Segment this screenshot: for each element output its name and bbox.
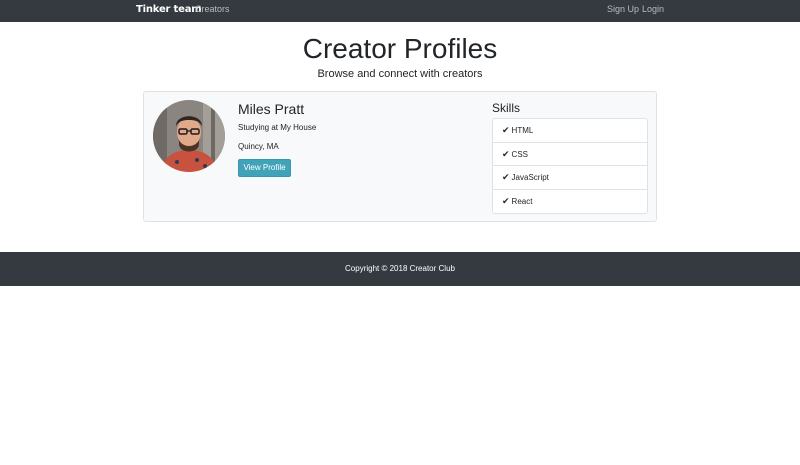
skills-title: Skills (492, 101, 521, 115)
avatar (153, 100, 225, 172)
creator-school: Studying at My House (238, 123, 317, 132)
view-profile-button[interactable]: View Profile (238, 159, 291, 177)
skills-list: ✔ HTML ✔ CSS ✔ JavaScript ✔ React (492, 118, 648, 214)
check-icon: ✔ (502, 172, 510, 182)
navbar-brand[interactable]: Tinker team (136, 4, 202, 15)
check-icon: ✔ (502, 148, 510, 159)
nav-link-login[interactable]: Login (642, 4, 664, 14)
navbar: Tinker team Creators Sign Up Login (0, 0, 800, 22)
creator-card: Miles Pratt Studying at My House Quincy,… (143, 91, 657, 222)
creator-name: Miles Pratt (238, 101, 305, 117)
check-icon: ✔ (502, 125, 510, 135)
avatar-photo (153, 100, 225, 172)
creator-location: Quincy, MA (238, 142, 279, 151)
skill-label: React (511, 196, 533, 206)
skill-label: CSS (511, 149, 528, 159)
footer-copyright: Copyright © 2018 Creator Club (345, 264, 455, 273)
skill-item-react: ✔ React (493, 190, 647, 214)
page-subtitle: Browse and connect with creators (317, 68, 483, 80)
nav-link-creators[interactable]: Creators (195, 4, 230, 14)
check-icon: ✔ (502, 195, 510, 206)
skill-label: JavaScript (511, 173, 549, 182)
footer: Copyright © 2018 Creator Club (0, 252, 800, 286)
skill-item-html: ✔ HTML (493, 119, 647, 143)
page-title: Creator Profiles (302, 33, 498, 64)
skill-item-javascript: ✔ JavaScript (493, 166, 647, 190)
skill-label: HTML (511, 126, 534, 135)
skill-item-css: ✔ CSS (493, 143, 647, 166)
nav-link-signup[interactable]: Sign Up (607, 4, 639, 14)
